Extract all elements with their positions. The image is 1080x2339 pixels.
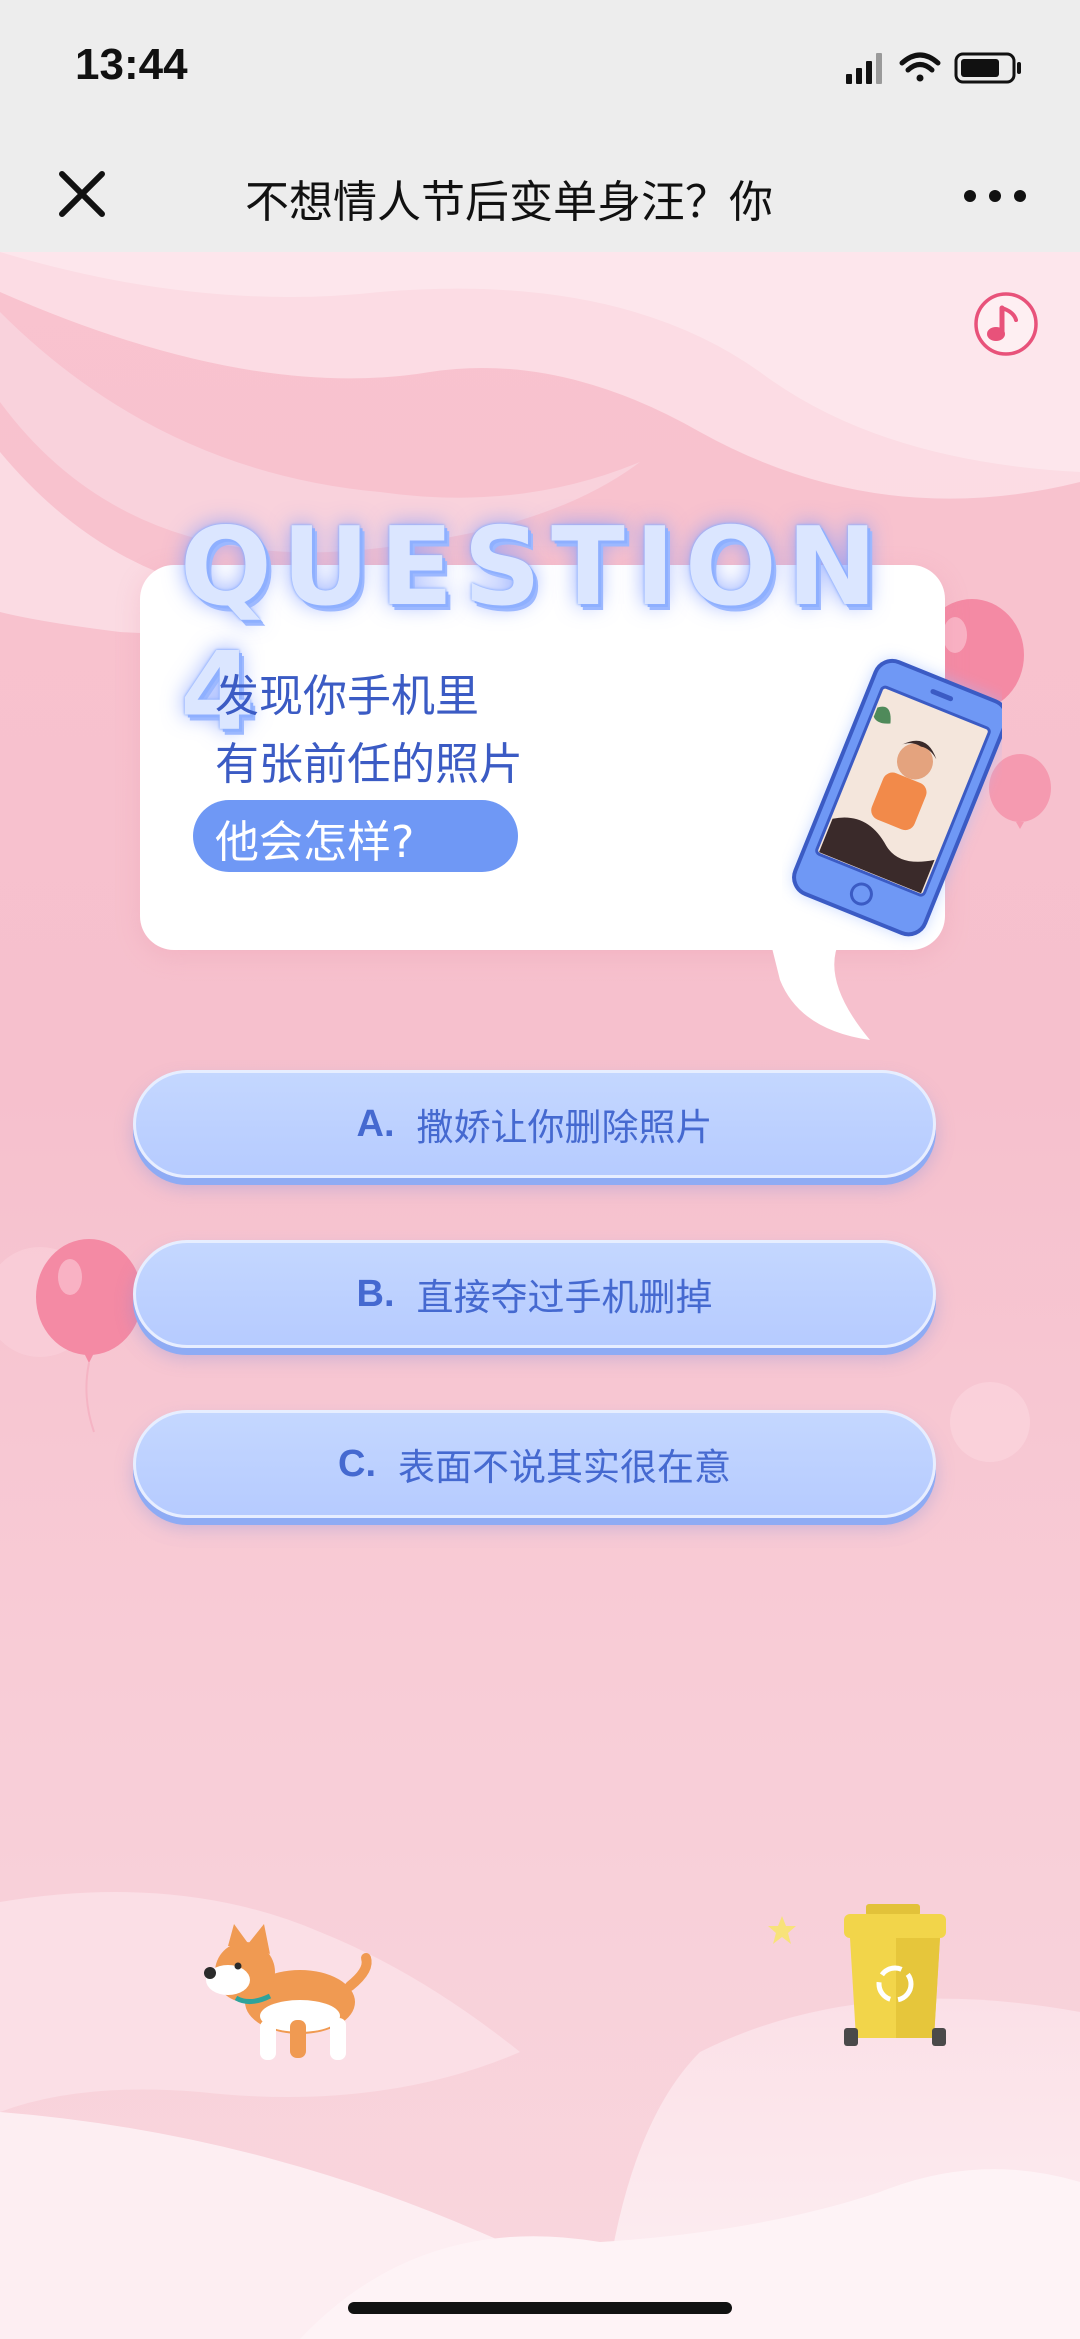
question-line-3: 他会怎样? [215,817,415,868]
status-time: 13:44 [75,40,188,89]
option-a-button[interactable]: A. 撒娇让你删除照片 [133,1070,936,1178]
page-title: 不想情人节后变单身汪？你 [245,177,773,226]
option-letter: B. [356,1272,395,1315]
option-text: 表面不说其实很在意 [398,1446,731,1489]
option-letter: C. [338,1442,376,1485]
home-indicator [348,2302,732,2314]
option-letter: A. [356,1102,395,1145]
balloon-icon [36,1239,142,1433]
question-heading: QUESTION 4 [180,505,888,755]
music-note-icon[interactable] [972,290,1040,358]
option-text: 直接夺过手机删掉 [416,1276,713,1319]
question-line-2: 有张前任的照片 [215,739,523,790]
option-c-button[interactable]: C. 表面不说其实很在意 [133,1410,936,1518]
phone-illustration [792,658,1002,937]
recycle-bin-illustration [844,1904,946,2046]
status-bar: 13:44 [0,0,1080,140]
wifi-icon [899,52,941,82]
status-icons [846,52,1021,84]
star-icon [768,1916,796,1944]
corgi-illustration [204,1924,372,2060]
battery-icon [954,52,1021,84]
question-line-1: 发现你手机里 [215,671,479,722]
more-dots-icon[interactable] [960,176,1030,216]
option-text: 撒娇让你删除照片 [416,1106,713,1149]
close-icon[interactable] [50,162,114,226]
signal-icon [846,53,882,84]
option-b-button[interactable]: B. 直接夺过手机删掉 [133,1240,936,1348]
nav-bar: 不想情人节后变单身汪？你 [0,140,1080,252]
